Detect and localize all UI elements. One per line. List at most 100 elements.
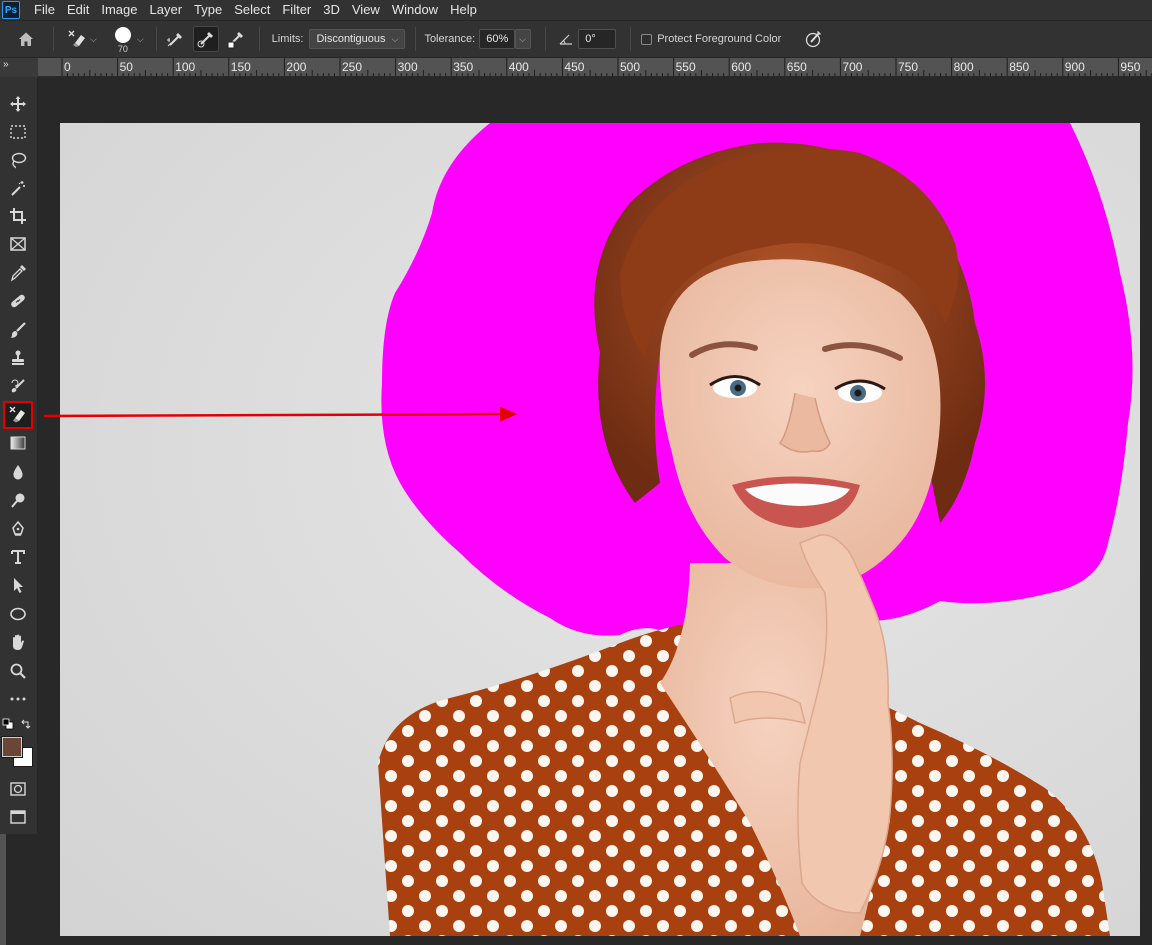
background-eraser-tool[interactable]	[3, 401, 33, 429]
menu-edit[interactable]: Edit	[61, 0, 95, 20]
document-canvas[interactable]	[60, 123, 1140, 936]
ruler-tick-label: 350	[453, 60, 473, 74]
horizontal-ruler[interactable]: 0 50 100 150 200 250 300 350 400 450 500 550 600 650 7…	[38, 58, 1152, 77]
foreground-color-swatch[interactable]	[1, 736, 23, 758]
sampling-continuous-button[interactable]	[163, 26, 189, 52]
menu-window[interactable]: Window	[386, 0, 444, 20]
ruler-tick-label: 100	[175, 60, 195, 74]
tool-preset-picker[interactable]: ⌵	[66, 28, 97, 50]
move-icon	[10, 96, 26, 112]
sampling-background-swatch-icon	[227, 32, 243, 49]
angle-input[interactable]: 0°	[578, 29, 617, 49]
ruler-tick-label: 800	[954, 60, 974, 74]
sampling-background-swatch-button[interactable]	[223, 26, 249, 52]
hand-icon	[13, 634, 24, 650]
background-eraser-preset-icon	[68, 30, 85, 47]
ruler-tick-label: 150	[231, 60, 251, 74]
options-bar: ⌵ 70 ⌵ Limits: Discontiguous ⌵ Tolerance…	[0, 20, 1152, 58]
menu-filter[interactable]: Filter	[276, 0, 317, 20]
eyedropper-tool[interactable]	[5, 261, 31, 285]
lasso-tool[interactable]	[5, 148, 31, 172]
chevron-down-icon: ⌵	[519, 33, 527, 44]
tolerance-input[interactable]: 60%	[479, 29, 516, 49]
separator	[630, 27, 632, 51]
history-brush-tool[interactable]	[5, 374, 31, 398]
home-button[interactable]	[13, 26, 39, 52]
path-selection-tool[interactable]	[5, 573, 31, 597]
ruler-tick-label: 750	[898, 60, 918, 74]
pen-icon	[12, 520, 24, 536]
chevron-down-icon: ⌵	[391, 33, 399, 44]
menu-layer[interactable]: Layer	[144, 0, 189, 20]
edit-toolbar[interactable]	[5, 687, 31, 711]
more-dots-icon	[10, 697, 26, 701]
brush-tip-icon	[114, 26, 131, 43]
ruler-tick-label: 900	[1065, 60, 1085, 74]
crop-tool[interactable]	[5, 204, 31, 228]
pressure-size-button[interactable]	[801, 26, 827, 52]
separator	[545, 27, 547, 51]
limits-label: Limits:	[271, 33, 304, 45]
move-tool[interactable]	[5, 92, 31, 116]
brush-tool[interactable]	[5, 318, 31, 342]
dodge-tool[interactable]	[5, 488, 31, 512]
quick-mask-icon	[10, 782, 26, 796]
photo-image[interactable]	[60, 123, 1140, 936]
gradient-icon	[10, 436, 26, 450]
sampling-once-button[interactable]	[192, 26, 219, 52]
crop-icon	[10, 208, 26, 224]
frame-tool[interactable]	[5, 232, 31, 256]
tolerance-dropdown-button[interactable]: ⌵	[515, 29, 532, 49]
type-icon	[11, 550, 25, 564]
clone-stamp-tool[interactable]	[5, 346, 31, 370]
tolerance-value: 60%	[486, 33, 509, 45]
protect-foreground-checkbox[interactable]: Protect Foreground Color	[641, 33, 781, 45]
menu-select[interactable]: Select	[228, 0, 276, 20]
limits-value: Discontiguous	[316, 33, 386, 45]
sampling-once-icon	[197, 32, 213, 48]
quick-mask-button[interactable]	[5, 777, 31, 801]
menu-image[interactable]: Image	[95, 0, 143, 20]
swap-colors-icon[interactable]	[20, 718, 32, 730]
blur-tool[interactable]	[5, 460, 31, 484]
eyedropper-icon	[10, 265, 26, 282]
hand-tool[interactable]	[5, 630, 31, 654]
ruler-tick-label: 600	[731, 60, 751, 74]
separator	[415, 27, 417, 51]
lasso-icon	[11, 152, 27, 169]
photoshop-logo-icon[interactable]: Ps	[2, 1, 20, 19]
gradient-tool[interactable]	[5, 431, 31, 455]
ruler-tick-label: 500	[620, 60, 640, 74]
type-tool[interactable]	[5, 545, 31, 569]
zoom-tool[interactable]	[5, 659, 31, 683]
marquee-tool[interactable]	[5, 120, 31, 144]
magic-wand-tool[interactable]	[5, 176, 31, 200]
menu-type[interactable]: Type	[188, 0, 228, 20]
separator	[258, 27, 260, 51]
healing-brush-tool[interactable]	[5, 289, 31, 313]
ellipse-tool[interactable]	[5, 602, 31, 626]
dodge-icon	[11, 493, 25, 508]
pen-tool[interactable]	[5, 517, 31, 541]
menu-view[interactable]: View	[346, 0, 386, 20]
screen-mode-button[interactable]	[5, 805, 31, 829]
chevron-down-icon[interactable]: ⌵	[137, 34, 144, 45]
ruler-tick-label: 550	[676, 60, 696, 74]
brush-picker[interactable]: 70	[114, 26, 131, 54]
checkbox-box	[641, 33, 653, 45]
menu-3d[interactable]: 3D	[317, 0, 346, 20]
protect-foreground-label: Protect Foreground Color	[657, 33, 782, 45]
ruler-tick-label: 0	[64, 60, 71, 74]
limits-dropdown[interactable]: Discontiguous ⌵	[309, 29, 406, 49]
pen-pressure-icon	[806, 31, 822, 48]
brush-icon	[10, 322, 26, 338]
menu-help[interactable]: Help	[444, 0, 483, 20]
default-colors-icon[interactable]	[2, 718, 14, 730]
ruler-tick-label: 650	[787, 60, 807, 74]
ruler-tick-label: 850	[1009, 60, 1029, 74]
background-eraser-icon	[9, 406, 25, 423]
tolerance-label: Tolerance:	[424, 33, 476, 45]
screen-mode-icon	[10, 810, 26, 824]
right-pupil	[854, 389, 862, 397]
menu-file[interactable]: File	[28, 0, 61, 20]
